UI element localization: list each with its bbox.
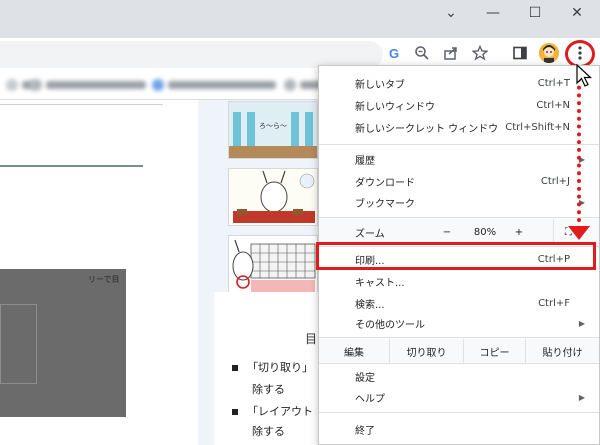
menu-item-exit[interactable]: 終了 [319,418,599,440]
list-item-continuation: 除する [252,425,285,438]
bullet-icon [232,365,238,371]
list-item[interactable]: 「切り取り」 [232,359,313,375]
thumbnail-image[interactable] [228,235,318,293]
zoom-icon[interactable] [411,42,433,64]
menu-separator [319,144,599,145]
thumb-caption: ろ〜ら〜 [259,122,287,130]
chevron-right-icon: ▶ [578,392,585,402]
divider [0,104,163,105]
menu-item-downloads[interactable]: ダウンロード Ctrl+J [319,170,599,192]
bookmark-item[interactable] [152,78,276,92]
menu-separator [319,363,599,364]
toc-heading: 目 [305,332,318,346]
close-button[interactable]: ✕ [554,0,600,26]
thumbnail-image[interactable]: ろ〜ら〜 [228,101,318,159]
copy-button[interactable]: コピー [463,339,525,363]
side-panel-icon[interactable] [509,42,531,64]
address-bar[interactable] [0,41,383,68]
bullet-icon [232,409,238,415]
menu-separator [319,337,599,338]
mouse-cursor-icon [576,64,593,87]
menu-item-bookmarks[interactable]: ブックマーク ▶ [319,191,599,213]
menu-item-new-window[interactable]: 新しいウィンドウ Ctrl+N [319,94,599,116]
print-highlight-box [316,242,596,270]
edit-label: 編集 [344,347,364,359]
minimize-icon: — [486,5,500,21]
chevron-right-icon: ▶ [578,318,585,328]
tab-search-button[interactable]: ⌄ [428,0,474,26]
menu-item-find[interactable]: 検索... Ctrl+F [319,292,599,314]
menu-item-more-tools[interactable]: その他のツール ▶ [319,312,599,334]
bookmark-star-icon[interactable] [469,42,491,64]
image-caption: リーで目 [88,275,120,284]
dotted-arrow-line [577,70,581,230]
menu-item-incognito[interactable]: 新しいシークレット ウィンドウ Ctrl+Shift+N [319,116,599,138]
profile-avatar-icon[interactable] [539,43,559,63]
cut-button[interactable]: 切り取り [389,339,463,363]
share-icon[interactable] [440,42,462,64]
screenshot-image-frame [0,304,37,384]
menu-item-cast[interactable]: キャスト... [319,270,599,292]
menu-item-settings[interactable]: 設定 [319,365,599,387]
chevron-down-icon: ⌄ [445,5,457,21]
window-titlebar: ⌄ — ☐ ✕ [0,0,600,38]
list-item[interactable]: 「レイアウト [232,403,313,419]
menu-separator [319,217,599,218]
maximize-button[interactable]: ☐ [512,0,558,26]
google-g-icon[interactable]: G [384,42,406,64]
thumbnail-image[interactable] [228,168,318,226]
minimize-button[interactable]: — [470,0,516,26]
list-item-continuation: 除する [252,383,285,396]
bookmark-item[interactable] [30,78,146,92]
menu-item-history[interactable]: 履歴 ▶ [319,148,599,170]
menu-item-help[interactable]: ヘルプ ▶ [319,386,599,408]
paste-button[interactable]: 貼り付け [525,339,599,363]
divider [0,165,143,167]
arrow-down-icon [568,226,590,240]
menu-separator [319,412,599,413]
close-icon: ✕ [571,5,583,21]
svg-text:G: G [389,46,399,60]
edit-row: 編集 切り取り コピー 貼り付け [319,339,599,363]
menu-item-new-tab[interactable]: 新しいタブ Ctrl+T [319,72,599,94]
maximize-icon: ☐ [528,5,542,21]
